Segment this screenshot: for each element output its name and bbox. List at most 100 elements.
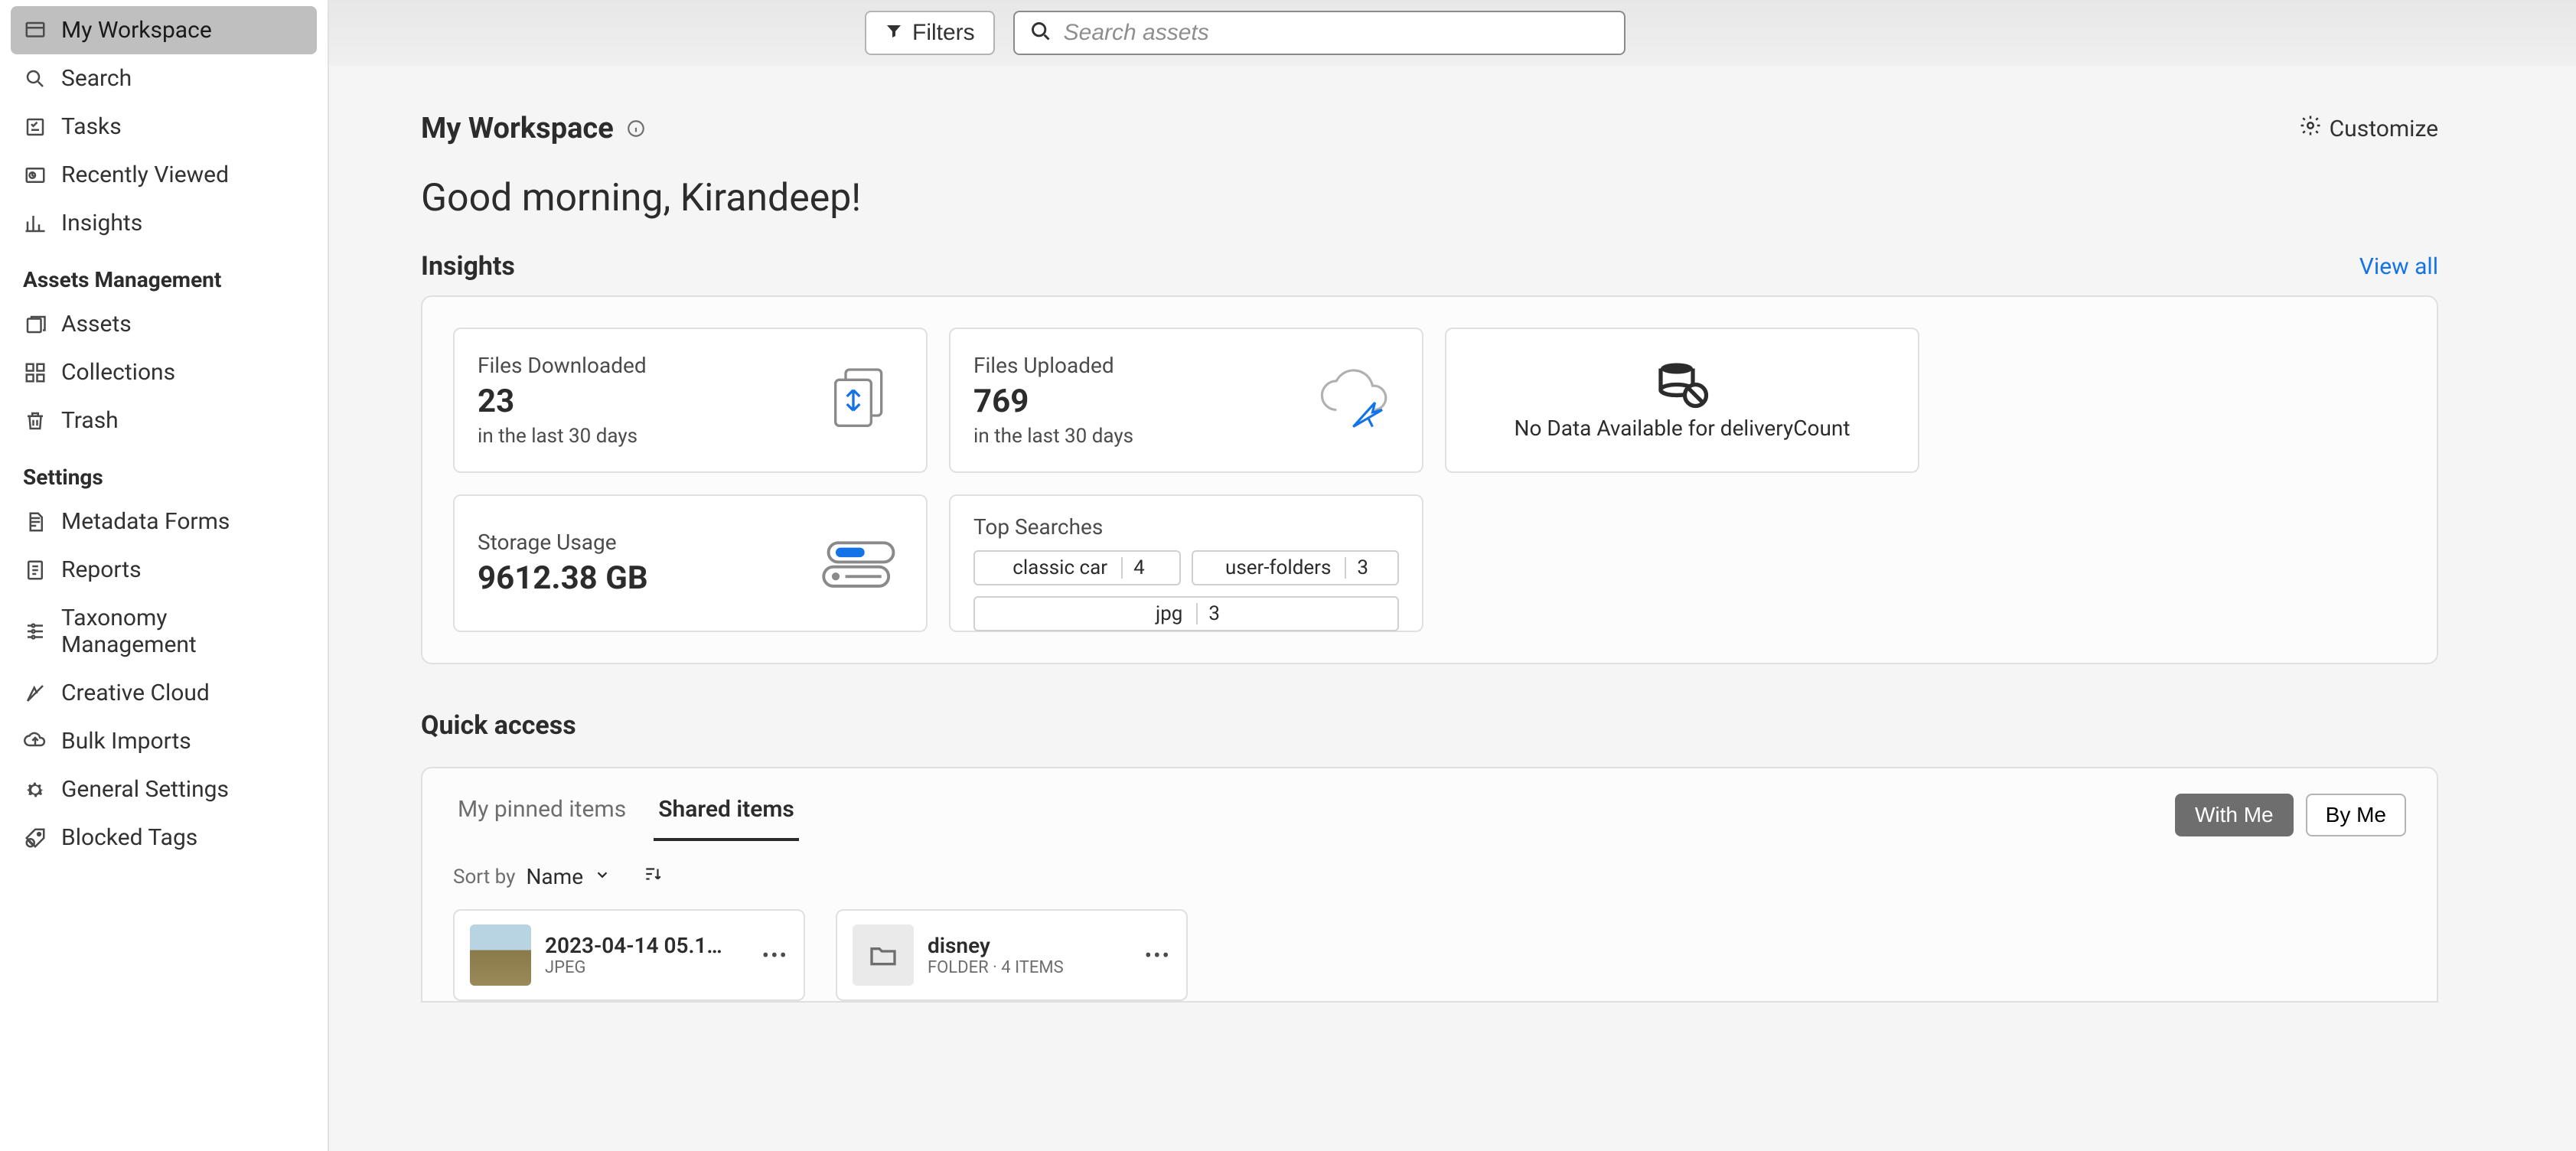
sidebar-heading-settings: Settings <box>11 445 317 497</box>
sidebar-item-assets[interactable]: Assets <box>11 300 317 348</box>
card-sub: in the last 30 days <box>478 425 647 448</box>
sidebar-item-insights[interactable]: Insights <box>11 199 317 247</box>
creative-icon <box>23 681 47 706</box>
sidebar-item-my-workspace[interactable]: My Workspace <box>11 6 317 54</box>
with-me-button[interactable]: With Me <box>2175 794 2294 836</box>
view-all-link[interactable]: View all <box>2359 253 2438 280</box>
quick-access-panel: My pinned items Shared items With Me By … <box>421 767 2438 1003</box>
sidebar: My Workspace Search Tasks Recently Viewe… <box>0 0 329 1151</box>
sidebar-heading-assets: Assets Management <box>11 247 317 300</box>
info-icon[interactable] <box>626 119 646 139</box>
sidebar-item-label: Collections <box>61 359 175 386</box>
search-icon <box>23 67 47 91</box>
more-icon[interactable]: ••• <box>1145 943 1171 968</box>
search-box[interactable] <box>1013 11 1625 55</box>
sidebar-item-label: Insights <box>61 210 142 236</box>
recent-icon <box>23 163 47 187</box>
sidebar-item-general-settings[interactable]: General Settings <box>11 765 317 814</box>
card-label: Files Downloaded <box>478 353 647 378</box>
card-top-searches: Top Searches classic car 4 user-folders … <box>949 494 1423 632</box>
page-title: My Workspace <box>421 112 614 145</box>
sidebar-item-reports[interactable]: Reports <box>11 546 317 594</box>
sidebar-item-label: Metadata Forms <box>61 508 230 535</box>
customize-label: Customize <box>2330 116 2438 142</box>
insights-title: Insights <box>421 251 515 282</box>
reports-icon <box>23 558 47 582</box>
tab-shared-items[interactable]: Shared items <box>654 788 799 841</box>
workspace-icon <box>23 18 47 43</box>
customize-icon <box>2299 114 2322 143</box>
metadata-icon <box>23 510 47 534</box>
sidebar-item-label: Search <box>61 65 132 92</box>
asset-card[interactable]: disney FOLDER · 4 ITEMS ••• <box>836 909 1188 1001</box>
card-sub: in the last 30 days <box>973 425 1133 448</box>
assets-icon <box>23 312 47 337</box>
storage-drive-icon <box>819 525 903 602</box>
chip-count: 3 <box>1346 556 1379 579</box>
gear-icon <box>23 778 47 802</box>
search-chip[interactable]: user-folders 3 <box>1192 550 1399 585</box>
tab-my-pinned-items[interactable]: My pinned items <box>453 788 631 841</box>
card-no-data: No Data Available for deliveryCount <box>1445 328 1919 473</box>
search-chip[interactable]: classic car 4 <box>973 550 1181 585</box>
sidebar-item-blocked-tags[interactable]: Blocked Tags <box>11 814 317 862</box>
card-value: 769 <box>973 383 1133 420</box>
insights-panel: Files Downloaded 23 in the last 30 days <box>421 295 2438 664</box>
greeting: Good morning, Kirandeep! <box>375 176 2484 220</box>
by-me-button[interactable]: By Me <box>2306 794 2406 836</box>
sidebar-item-label: Recently Viewed <box>61 161 229 188</box>
search-chip[interactable]: jpg 3 <box>973 596 1399 631</box>
search-input[interactable] <box>1064 20 1609 46</box>
sidebar-item-label: Reports <box>61 556 142 583</box>
sort-value[interactable]: Name <box>526 864 583 889</box>
sidebar-item-label: Tasks <box>61 113 122 140</box>
sidebar-item-label: Assets <box>61 311 132 337</box>
taxonomy-icon <box>23 619 47 644</box>
upload-cloud-icon <box>1315 362 1399 439</box>
no-data-icon <box>1655 360 1709 406</box>
chevron-down-icon[interactable] <box>594 866 611 889</box>
chip-term: classic car <box>999 556 1121 579</box>
filter-icon <box>885 20 903 46</box>
search-icon <box>1030 21 1052 45</box>
sort-by-label: Sort by <box>453 866 515 889</box>
asset-thumbnail <box>470 924 531 986</box>
card-files-uploaded: Files Uploaded 769 in the last 30 days <box>949 328 1423 473</box>
sidebar-item-trash[interactable]: Trash <box>11 396 317 445</box>
sidebar-item-metadata-forms[interactable]: Metadata Forms <box>11 497 317 546</box>
card-storage-usage: Storage Usage 9612.38 GB <box>453 494 928 632</box>
sidebar-item-label: General Settings <box>61 776 229 803</box>
no-data-text: No Data Available for deliveryCount <box>1514 416 1850 441</box>
blocked-icon <box>23 826 47 850</box>
card-value: 23 <box>478 383 647 420</box>
sort-direction-icon[interactable] <box>643 864 663 889</box>
sidebar-item-creative-cloud[interactable]: Creative Cloud <box>11 669 317 717</box>
tasks-icon <box>23 115 47 139</box>
filters-button[interactable]: Filters <box>865 11 995 55</box>
more-icon[interactable]: ••• <box>762 943 788 968</box>
insights-icon <box>23 211 47 236</box>
sidebar-item-label: Trash <box>61 407 119 434</box>
customize-button[interactable]: Customize <box>2299 114 2438 143</box>
sidebar-item-bulk-imports[interactable]: Bulk Imports <box>11 717 317 765</box>
trash-icon <box>23 409 47 433</box>
download-files-icon <box>819 362 903 439</box>
asset-name: disney <box>928 933 1131 958</box>
filters-label: Filters <box>912 20 975 46</box>
card-label: Files Uploaded <box>973 353 1133 378</box>
chip-count: 4 <box>1123 556 1156 579</box>
sidebar-item-label: Bulk Imports <box>61 728 191 755</box>
sidebar-item-label: My Workspace <box>61 17 212 44</box>
sidebar-item-collections[interactable]: Collections <box>11 348 317 396</box>
card-value: 9612.38 GB <box>478 559 648 597</box>
asset-card[interactable]: 2023-04-14 05.1… JPEG ••• <box>453 909 805 1001</box>
sidebar-item-search[interactable]: Search <box>11 54 317 103</box>
asset-thumbnail <box>853 924 914 986</box>
sidebar-item-tasks[interactable]: Tasks <box>11 103 317 151</box>
sidebar-item-recently-viewed[interactable]: Recently Viewed <box>11 151 317 199</box>
sidebar-item-taxonomy[interactable]: Taxonomy Management <box>11 594 317 669</box>
sidebar-item-label: Creative Cloud <box>61 680 210 706</box>
asset-meta: FOLDER · 4 ITEMS <box>928 958 1131 977</box>
card-label: Storage Usage <box>478 530 648 555</box>
quick-access-title: Quick access <box>421 710 2438 741</box>
